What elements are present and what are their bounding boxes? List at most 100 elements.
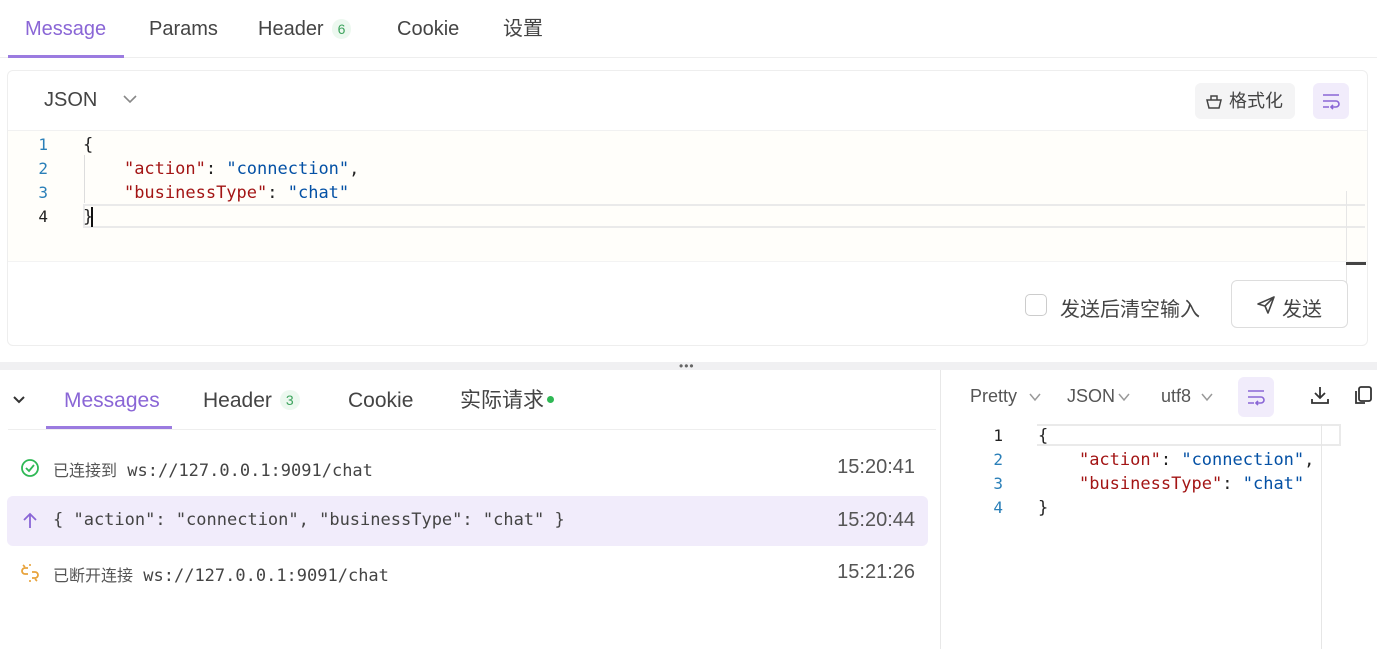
messages-panel: Messages Header 3 Cookie 实际请求 已连接到 ws://1… [0, 370, 940, 649]
code-text: "businessType": "chat" [123, 183, 350, 203]
json-string: "chat" [287, 183, 350, 203]
clear-after-send-label[interactable]: 发送后清空输入 [1060, 293, 1200, 322]
format-select[interactable]: JSON [1067, 386, 1130, 407]
wrap-lines-icon [1248, 390, 1265, 406]
code-line: 2 "action": "connection", [8, 157, 1367, 181]
code-line: 1 { [941, 424, 1341, 448]
language-select[interactable]: JSON [44, 89, 97, 112]
message-editor-panel: JSON 格式化 1 { 2 "action": "connection", 3… [7, 70, 1368, 346]
code-editor[interactable]: 1 { 2 "action": "connection", 3 "busines… [8, 131, 1367, 319]
wrap-lines-icon [1323, 94, 1340, 110]
tab-cookie[interactable]: Cookie [397, 0, 459, 58]
download-icon[interactable] [1309, 384, 1331, 406]
tab-label: Cookie [397, 18, 460, 40]
message-prefix: 已连接到 [53, 461, 118, 480]
json-string: "connection" [1181, 450, 1305, 470]
line-number: 1 [993, 426, 1003, 445]
clear-after-send-checkbox[interactable] [1025, 294, 1047, 316]
tab-label: Params [149, 18, 218, 40]
json-key: "action" [1078, 450, 1161, 470]
tab-params[interactable]: Params [149, 0, 218, 58]
json-string: "chat" [1242, 474, 1305, 494]
tab-actual-request[interactable]: 实际请求 [460, 370, 554, 430]
arrow-up-icon [23, 512, 37, 528]
format-label: 格式化 [1229, 91, 1283, 111]
status-dot [547, 395, 554, 403]
json-string: "connection" [226, 159, 350, 179]
tab-response-header[interactable]: Header 3 [203, 370, 300, 430]
message-row-selected[interactable]: { "action": "connection", "businessType"… [7, 496, 928, 546]
message-url: ws://127.0.0.1:9091/chat [143, 566, 389, 586]
message-url: ws://127.0.0.1:9091/chat [127, 461, 373, 481]
tab-divider [8, 429, 936, 430]
code-line: 4 } [941, 496, 1341, 520]
message-preview-panel: Pretty JSON utf8 1 { 2 "action": "connec… [941, 370, 1377, 649]
code-line: 1 { [8, 133, 1367, 157]
active-tab-indicator [8, 55, 124, 58]
wrap-lines-button[interactable] [1238, 377, 1274, 417]
tab-header[interactable]: Header 6 [258, 0, 352, 58]
check-circle-icon [21, 459, 39, 477]
chevron-down-icon [1118, 393, 1130, 402]
json-key: "businessType" [123, 183, 268, 203]
message-time: 15:20:44 [837, 509, 915, 531]
line-number: 4 [38, 207, 48, 226]
code-text: "businessType": "chat" [1078, 474, 1305, 494]
chevron-down-icon [1029, 393, 1041, 402]
code-text: } [1038, 498, 1049, 518]
top-tab-bar: Message Params Header 6 Cookie 设置 [0, 0, 1377, 58]
json-key: "businessType" [1078, 474, 1223, 494]
format-value: JSON [1067, 386, 1116, 406]
collapse-chevron-icon[interactable] [11, 392, 27, 408]
broom-icon [1206, 95, 1222, 109]
send-button[interactable]: 发送 [1231, 280, 1348, 328]
view-mode-select[interactable]: Pretty [970, 386, 1041, 407]
wrap-lines-button[interactable] [1313, 83, 1349, 119]
message-time: 15:20:41 [837, 456, 915, 478]
encoding-select[interactable]: utf8 [1161, 386, 1213, 407]
line-number: 2 [993, 450, 1003, 469]
view-mode-value: Pretty [970, 386, 1018, 406]
chevron-down-icon[interactable] [120, 89, 140, 109]
tab-label: Cookie [348, 389, 414, 412]
broken-link-icon [21, 564, 39, 582]
message-prefix: 已断开连接 [53, 566, 134, 585]
code-text: "action": "connection", [1078, 450, 1315, 470]
line-number: 1 [38, 135, 48, 154]
send-label: 发送 [1282, 299, 1322, 321]
tab-label: Messages [64, 389, 160, 412]
format-button[interactable]: 格式化 [1195, 83, 1295, 119]
message-row[interactable]: 已连接到 ws://127.0.0.1:9091/chat 15:20:41 [7, 443, 928, 493]
header-count-badge: 3 [279, 390, 300, 411]
message-text: { "action": "connection", "businessType"… [53, 510, 565, 530]
code-text: { [83, 135, 94, 155]
header-count-badge: 6 [331, 18, 352, 39]
code-text: { [1038, 426, 1049, 446]
copy-icon[interactable] [1351, 384, 1373, 406]
message-time: 15:21:26 [837, 561, 915, 583]
json-key: "action" [123, 159, 206, 179]
message-text: 已连接到 ws://127.0.0.1:9091/chat [53, 457, 373, 481]
panel-splitter[interactable]: ••• [0, 360, 1377, 372]
line-number: 3 [38, 183, 48, 202]
tab-messages[interactable]: Messages [64, 370, 160, 430]
encoding-value: utf8 [1161, 386, 1192, 406]
drag-handle-icon[interactable]: ••• [679, 360, 695, 372]
send-row: 发送后清空输入 发送 [8, 261, 1367, 347]
chevron-down-icon [1201, 393, 1213, 402]
message-row[interactable]: 已断开连接 ws://127.0.0.1:9091/chat 15:21:26 [7, 548, 928, 598]
editor-toolbar: JSON 格式化 [8, 71, 1367, 131]
code-line: 4 } [8, 205, 1367, 229]
tab-settings[interactable]: 设置 [503, 0, 543, 58]
tab-message[interactable]: Message [25, 0, 106, 58]
tab-response-cookie[interactable]: Cookie [348, 370, 413, 430]
tab-label: Header [258, 18, 324, 40]
message-text: 已断开连接 ws://127.0.0.1:9091/chat [53, 562, 389, 586]
line-number: 3 [993, 474, 1003, 493]
tab-label: Message [25, 18, 107, 40]
tab-label: 实际请求 [460, 389, 544, 412]
code-line: 2 "action": "connection", [941, 448, 1341, 472]
code-line: 3 "businessType": "chat" [8, 181, 1367, 205]
line-number: 2 [38, 159, 48, 178]
tab-label: 设置 [503, 18, 543, 40]
